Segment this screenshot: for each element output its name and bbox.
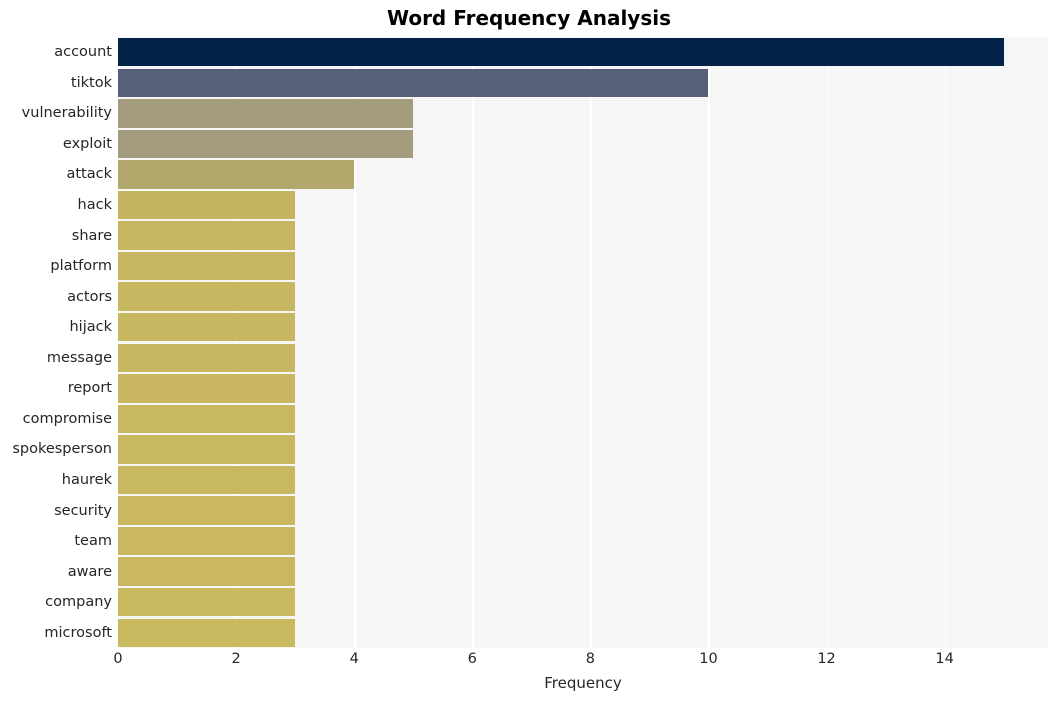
y-tick-label-haurek: haurek [61,471,112,488]
bar-fill [118,38,1004,67]
y-tick-label-spokesperson: spokesperson [12,441,112,458]
chart-title: Word Frequency Analysis [386,6,672,30]
bar-spokesperson [118,435,296,464]
bar-fill [118,313,296,342]
bar-fill [118,251,296,281]
x-tick-label-14: 14 [935,651,954,667]
y-axis-tick-labels: account tiktok vulnerability exploit attack h… [0,37,112,648]
y-tick-label-security: security [54,502,112,519]
bar-share [118,221,296,250]
bar-fill [118,526,296,556]
bar-fill [118,99,414,128]
bar-fill [118,404,296,434]
bar-fill [118,557,296,586]
y-tick-label-vulnerability: vulnerability [21,105,112,122]
bar-fill [118,190,296,220]
bar-account [118,38,1004,67]
bar-microsoft [118,618,296,647]
bar-platform [118,251,296,281]
bar-fill [118,343,296,372]
bar-vulnerability [118,99,414,128]
y-tick-label-exploit: exploit [62,135,112,152]
bar-message [118,343,296,372]
y-tick-label-microsoft: microsoft [44,624,112,641]
chart-figure: Word Frequency Analysis account tiktok vul… [0,0,1058,701]
bar-fill [118,282,296,311]
bar-fill [118,221,296,250]
bar-tiktok [118,68,709,98]
bar-team [118,526,296,556]
x-tick-label-10: 10 [699,651,718,667]
bar-fill [118,465,296,495]
x-tick-label-6: 6 [467,651,477,667]
bar-fill [118,68,709,98]
bar-exploit [118,129,414,159]
plot-area [118,37,1048,648]
y-tick-label-aware: aware [67,563,112,580]
y-tick-label-team: team [74,533,112,550]
y-tick-label-hack: hack [77,197,112,214]
y-tick-label-account: account [54,44,112,61]
y-tick-label-tiktok: tiktok [70,74,112,91]
bar-fill [118,618,296,647]
bar-actors [118,282,296,311]
bar-series [118,37,1048,648]
x-tick-label-0: 0 [113,651,123,667]
bar-company [118,587,296,617]
bar-security [118,496,296,525]
y-tick-label-share: share [71,227,112,244]
y-tick-label-report: report [67,380,112,397]
x-tick-label-12: 12 [817,651,836,667]
x-tick-label-8: 8 [585,651,595,667]
bar-fill [118,496,296,525]
x-tick-label-2: 2 [231,651,241,667]
bar-haurek [118,465,296,495]
bar-fill [118,129,414,159]
bar-report [118,374,296,403]
y-tick-label-hijack: hijack [69,319,112,336]
y-tick-label-company: company [45,594,112,611]
bar-fill [118,435,296,464]
y-tick-label-compromise: compromise [22,410,112,427]
y-tick-label-platform: platform [50,258,112,275]
bar-fill [118,587,296,617]
bar-attack [118,160,355,189]
x-axis-tick-labels: 0 2 4 6 8 10 12 14 [0,651,1058,673]
y-tick-label-message: message [46,349,112,366]
bar-fill [118,160,355,189]
x-axis-title: Frequency [544,674,622,692]
bar-aware [118,557,296,586]
x-tick-label-4: 4 [349,651,359,667]
y-tick-label-attack: attack [66,166,112,183]
bar-fill [118,374,296,403]
bar-compromise [118,404,296,434]
y-tick-label-actors: actors [67,288,112,305]
bar-hijack [118,313,296,342]
bar-hack [118,190,296,220]
